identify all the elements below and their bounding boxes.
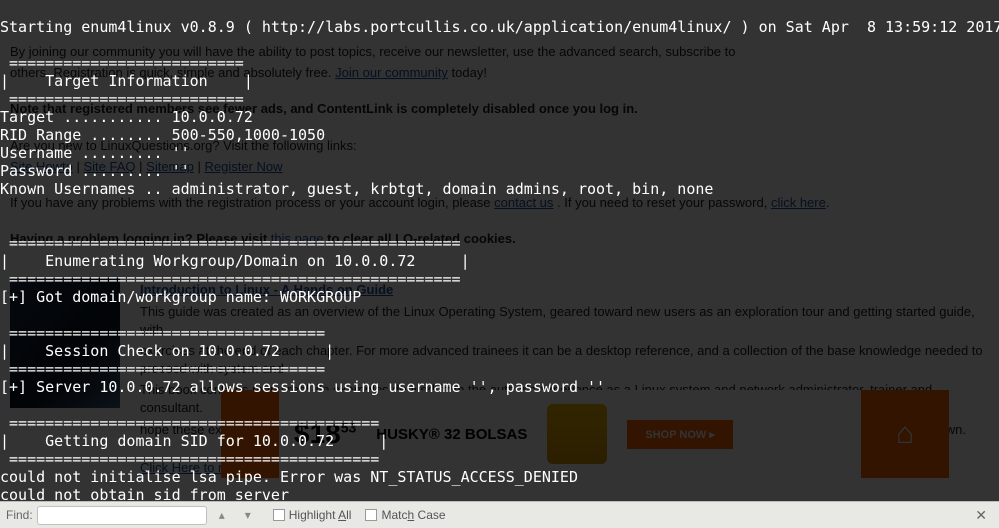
- book-desc-1: This guide was created as an overview of…: [140, 303, 989, 339]
- welcome-text-1: By joining our community you will have t…: [10, 43, 989, 61]
- close-icon[interactable]: ✕: [969, 507, 993, 524]
- ad-price: $1853: [294, 418, 356, 450]
- book-thumbnail[interactable]: [10, 278, 120, 408]
- ad-description: HUSKY® 32 BOLSAS: [376, 426, 527, 443]
- contact-us-link[interactable]: contact us: [494, 195, 553, 210]
- site-howto-link[interactable]: Site Howto: [10, 159, 73, 174]
- problem-text: If you have any problems with the regist…: [10, 194, 989, 212]
- note-registered: Note that registered members see fewer a…: [10, 100, 989, 118]
- click-here-link[interactable]: click here: [771, 195, 826, 210]
- ad-banner[interactable]: $1853 HUSKY® 32 BOLSAS SHOP NOW ▸ ⌂: [221, 390, 949, 478]
- book-title-link[interactable]: Introduction to Linux - A Hands on Guide: [140, 282, 393, 297]
- welcome-text-2: others. Registration is quick, simple an…: [10, 64, 989, 82]
- match-case-checkbox[interactable]: Match Case: [365, 508, 445, 522]
- register-now-link[interactable]: Register Now: [204, 159, 282, 174]
- highlight-all-label: Highlight All: [289, 508, 352, 522]
- contact-intro: Are you new to LinuxQuestions.org? Visit…: [10, 137, 989, 155]
- join-community-link[interactable]: Join our community: [335, 65, 448, 80]
- find-next-button[interactable]: ▾: [237, 506, 259, 524]
- find-label: Find:: [6, 508, 33, 522]
- ad-left-stripe: [221, 390, 279, 478]
- book-desc-2: exercises at the end of each chapter. Fo…: [140, 342, 989, 378]
- welcome-suffix: today!: [452, 65, 487, 80]
- links-row: Site Howto | Site FAQ | Sitemap | Regist…: [10, 158, 989, 176]
- ad-product-image: [547, 404, 607, 464]
- highlight-all-checkbox[interactable]: Highlight All: [273, 508, 352, 522]
- sitemap-link[interactable]: Sitemap: [146, 159, 194, 174]
- login-problem-text: Having a problem logging in? Please visi…: [10, 230, 989, 248]
- find-input[interactable]: [37, 506, 207, 525]
- this-page-link[interactable]: this page: [271, 231, 324, 246]
- ad-content: $1853 HUSKY® 32 BOLSAS SHOP NOW ▸: [279, 404, 861, 464]
- checkbox-icon: [273, 509, 285, 521]
- find-bar: Find: ▴ ▾ Highlight All Match Case ✕: [0, 501, 999, 528]
- match-case-label: Match Case: [381, 508, 445, 522]
- welcome-prefix-2: others. Registration is quick, simple an…: [10, 65, 335, 80]
- ad-shop-now-button[interactable]: SHOP NOW ▸: [627, 420, 733, 449]
- site-faq-link[interactable]: Site FAQ: [84, 159, 136, 174]
- checkbox-icon: [365, 509, 377, 521]
- ad-logo: ⌂: [861, 390, 949, 478]
- find-prev-button[interactable]: ▴: [211, 506, 233, 524]
